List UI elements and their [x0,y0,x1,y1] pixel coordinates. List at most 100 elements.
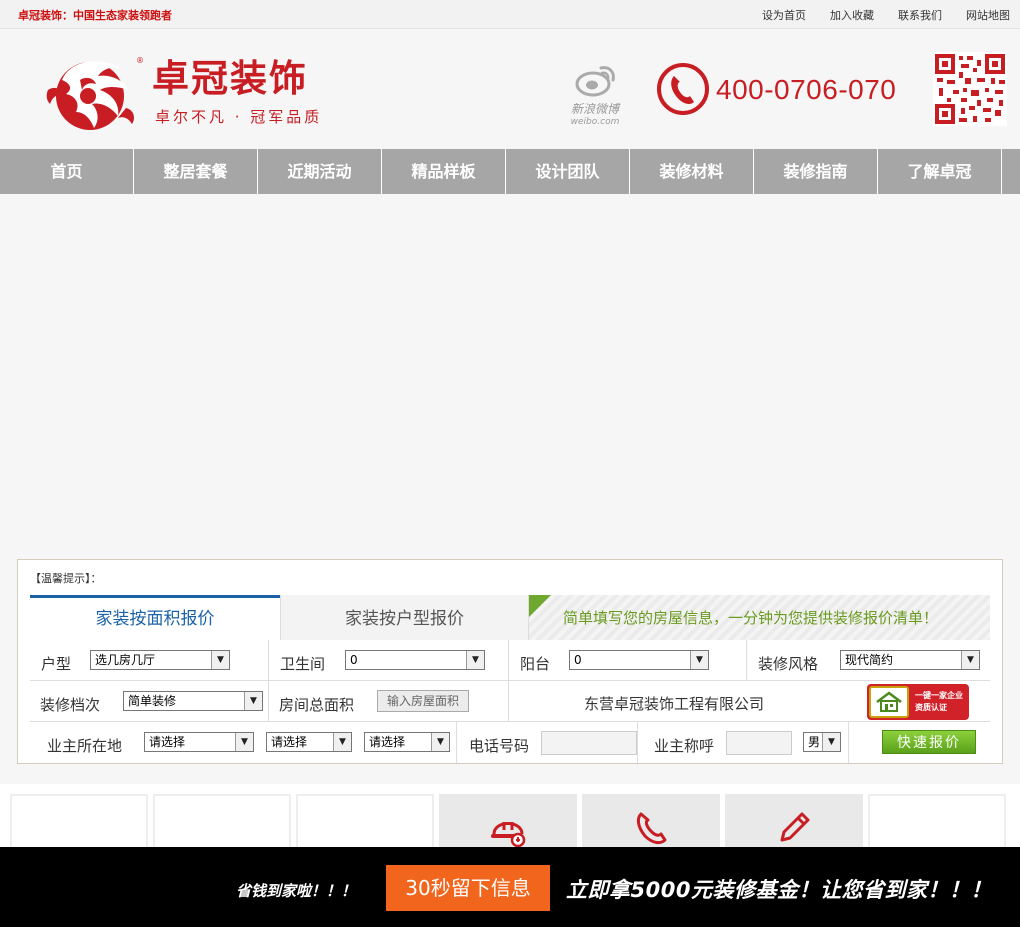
district-select[interactable]: 请选择 ▼ [364,732,450,752]
grade-select-value: 简单装修 [128,694,177,708]
bathroom-cell: 卫生间 0 ▼ [269,640,509,681]
chevron-down-icon: ▼ [961,651,979,669]
save-money-text: 省钱到家啦！！！ [236,882,357,900]
quote-row-3: 业主所在地 请选择 ▼ 请选择 ▼ 请选择 ▼ 电话号码 业主称呼 男 ▼ 快速… [30,722,990,763]
quick-quote-cell: 快速报价 [849,722,990,763]
certification-badge[interactable]: 一键一家企业 资质认证 [867,684,969,720]
style-select-value: 现代简约 [845,653,894,667]
layout-select[interactable]: 选几房几厅 ▼ [90,650,230,670]
chevron-down-icon: ▼ [690,651,708,669]
chevron-down-icon: ▼ [211,651,229,669]
chevron-down-icon: ▼ [333,733,351,751]
province-select[interactable]: 请选择 ▼ [144,732,254,752]
bottom-promo-bar: 省钱到家啦！！！ 30秒留下信息 立即拿5000元装修基金！让您省到家！！！ [0,847,1020,927]
service-boxes [0,784,1020,856]
weibo-link[interactable]: 新浪微博 weibo.com [560,62,630,127]
phone-input[interactable] [541,731,637,755]
nav-home[interactable]: 首页 [0,149,134,194]
nav-design-team[interactable]: 设计团队 [506,149,630,194]
nav-packages[interactable]: 整居套餐 [134,149,258,194]
nav-guide[interactable]: 装修指南 [754,149,878,194]
location-cell: 业主所在地 请选择 ▼ 请选择 ▼ 请选择 ▼ [30,722,457,763]
phone-cell: 电话号码 [457,722,638,763]
quote-message: 简单填写您的房屋信息，一分钟为您提供装修报价清单！ [563,609,939,627]
company-name: 东营卓冠装饰工程有限公司 [584,695,765,713]
tab-area-quote[interactable]: 家装按面积报价 [30,595,280,640]
chevron-down-icon: ▼ [244,692,262,710]
bathroom-select[interactable]: 0 ▼ [345,650,485,670]
top-links: 设为首页 加入收藏 联系我们 网站地图 [762,7,1010,23]
name-cell: 业主称呼 男 ▼ [638,722,849,763]
quote-row-1: 户型 选几房几厅 ▼ 卫生间 0 ▼ 阳台 0 ▼ 装修风格 现代简约 ▼ [30,640,990,681]
leave-info-button[interactable]: 30秒留下信息 [386,865,550,911]
province-select-value: 请选择 [149,735,186,749]
main-nav: 首页 整居套餐 近期活动 精品样板 设计团队 装修材料 装修指南 了解卓冠 [0,149,1020,194]
city-select-value: 请选择 [271,735,308,749]
green-corner-icon [529,595,551,617]
quote-tabs: 家装按面积报价 家装按户型报价 简单填写您的房屋信息，一分钟为您提供装修报价清单… [30,595,990,640]
style-select[interactable]: 现代简约 ▼ [840,650,980,670]
phone-call-icon [636,812,667,845]
layout-select-value: 选几房几厅 [95,653,156,667]
hotline-number: 400-0706-070 [716,74,897,105]
phone-icon [657,63,709,115]
nav-materials[interactable]: 装修材料 [630,149,754,194]
area-input-button[interactable]: 输入房屋面积 [377,690,469,712]
certification-text: 一键一家企业 资质认证 [915,690,963,714]
logo-subtitle: 卓尔不凡 · 冠军品质 [155,108,323,126]
city-select[interactable]: 请选择 ▼ [266,732,352,752]
bathroom-select-value: 0 [350,653,358,667]
site-header: ® 卓冠装饰 卓尔不凡 · 冠军品质 新浪微博 weibo.com 400-07… [0,30,1020,148]
contact-us-link[interactable]: 联系我们 [898,7,942,23]
nav-about[interactable]: 了解卓冠 [878,149,1002,194]
set-homepage-link[interactable]: 设为首页 [762,7,806,23]
weibo-label: 新浪微博 [570,102,619,116]
chevron-down-icon: ▼ [431,733,449,751]
grade-select[interactable]: 简单装修 ▼ [123,691,263,711]
helmet-icon [491,822,526,848]
top-bar: 卓冠装饰：中国生态家装领跑者 设为首页 加入收藏 联系我们 网站地图 [0,0,1020,29]
district-select-value: 请选择 [369,735,406,749]
promo-text: 立即拿5000元装修基金！让您省到家！！！ [566,878,992,902]
quick-quote-button[interactable]: 快速报价 [882,730,976,754]
phone-label: 电话号码 [469,737,530,755]
nav-activities[interactable]: 近期活动 [258,149,382,194]
house-icon [876,691,902,712]
banner-area [0,194,1020,556]
style-cell: 装修风格 现代简约 ▼ [747,640,990,681]
weibo-icon [575,66,615,97]
style-label: 装修风格 [758,655,819,673]
layout-label: 户型 [41,655,72,673]
site-slogan: 卓冠装饰：中国生态家装领跑者 [18,9,172,22]
nav-showrooms[interactable]: 精品样板 [382,149,506,194]
balcony-label: 阳台 [520,655,551,673]
balcony-select-value: 0 [574,653,582,667]
area-label: 房间总面积 [279,696,355,714]
balcony-cell: 阳台 0 ▼ [509,640,747,681]
bathroom-label: 卫生间 [280,655,326,673]
add-favorite-link[interactable]: 加入收藏 [830,7,874,23]
grade-cell: 装修档次 简单装修 ▼ [30,681,269,722]
logo-title[interactable]: 卓冠装饰 [152,60,308,97]
chevron-down-icon: ▼ [466,651,484,669]
registered-mark: ® [136,56,144,65]
layout-cell: 户型 选几房几厅 ▼ [30,640,269,681]
dragon-logo-icon[interactable] [40,50,140,134]
cert-line-1: 一键一家企业 [915,691,963,700]
quote-message-banner: 简单填写您的房屋信息，一分钟为您提供装修报价清单！ [529,595,990,640]
pencil-icon [780,812,810,842]
gender-select[interactable]: 男 ▼ [803,732,841,752]
company-cell: 东营卓冠装饰工程有限公司 一键一家企业 资质认证 [509,681,990,722]
cert-line-2: 资质认证 [915,703,947,712]
balcony-select[interactable]: 0 ▼ [569,650,709,670]
site-map-link[interactable]: 网站地图 [966,7,1010,23]
name-label: 业主称呼 [654,737,715,755]
name-input[interactable] [726,731,792,755]
qr-code-icon [933,52,1007,126]
chevron-down-icon: ▼ [235,733,253,751]
gender-select-value: 男 [808,735,821,749]
tab-layout-quote[interactable]: 家装按户型报价 [280,595,529,640]
weibo-domain: weibo.com [570,117,620,127]
quote-row-2: 装修档次 简单装修 ▼ 房间总面积 输入房屋面积 东营卓冠装饰工程有限公司 一键… [30,681,990,722]
tip-label: 【温馨提示】： [30,572,102,585]
